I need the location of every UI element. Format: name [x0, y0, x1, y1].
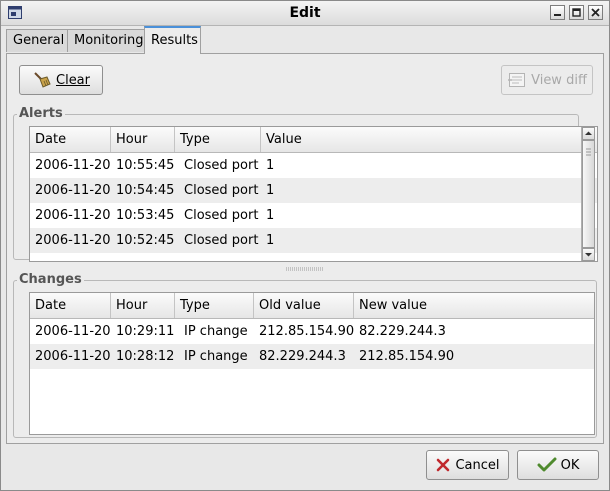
table-row[interactable]: 2006-11-20 10:28:12 IP change 82.229.244… [30, 344, 594, 369]
view-diff-button[interactable]: View diff [501, 65, 593, 95]
alerts-col-date[interactable]: Date [30, 127, 111, 152]
changes-cell-type: IP change [184, 324, 248, 339]
changes-cell-new-value: 212.85.154.90 [359, 349, 455, 364]
changes-cell-hour: 10:29:11 [116, 324, 175, 339]
changes-cell-old-value: 82.229.244.3 [259, 349, 346, 364]
scroll-up-button[interactable] [582, 127, 595, 140]
changes-cell-hour: 10:28:12 [116, 349, 175, 364]
changes-col-date[interactable]: Date [30, 293, 111, 318]
view-diff-button-label: View diff [531, 72, 587, 88]
alerts-cell-value: 1 [266, 158, 275, 173]
alerts-cell-hour: 10:52:45 [116, 233, 175, 248]
window-title: Edit [289, 5, 321, 21]
changes-title: Changes [17, 272, 84, 287]
changes-cell-old-value: 212.85.154.90 [259, 324, 355, 339]
maximize-button[interactable] [569, 5, 584, 20]
table-row[interactable]: 2006-11-20 10:52:45 Closed port 1 [30, 228, 597, 253]
changes-col-type[interactable]: Type [175, 293, 254, 318]
cancel-button-label: Cancel [455, 457, 500, 473]
tab-general[interactable]: General [6, 29, 68, 52]
tab-monitoring-label: Monitoring [74, 33, 144, 48]
alerts-col-type[interactable]: Type [175, 127, 261, 152]
alerts-col-value[interactable]: Value [261, 127, 581, 152]
alerts-cell-date: 2006-11-20 [35, 183, 111, 198]
ok-icon [537, 457, 557, 472]
tab-general-label: General [13, 33, 65, 48]
alerts-cell-hour: 10:54:45 [116, 183, 175, 198]
tab-monitoring[interactable]: Monitoring [67, 29, 145, 52]
changes-header: Date Hour Type Old value New value [30, 293, 594, 319]
minimize-icon [554, 14, 561, 16]
cancel-icon [437, 458, 450, 472]
alerts-scrollbar[interactable] [581, 127, 595, 261]
tab-results-label: Results [151, 33, 198, 48]
ok-button-label: OK [560, 457, 580, 473]
tab-results[interactable]: Results [144, 26, 201, 54]
title-bar[interactable]: Edit [1, 1, 609, 26]
alerts-header: Date Hour Type Value [30, 127, 597, 153]
broom-icon [34, 72, 51, 88]
changes-col-hour[interactable]: Hour [111, 293, 175, 318]
alerts-cell-date: 2006-11-20 [35, 233, 111, 248]
alerts-cell-type: Closed port [184, 208, 259, 223]
close-button[interactable] [588, 5, 603, 20]
cancel-button[interactable]: Cancel [426, 450, 509, 480]
results-panel: Clear View diff Alerts Date Hour Type Va… [6, 53, 604, 444]
changes-cell-type: IP change [184, 349, 248, 364]
alerts-cell-type: Closed port [184, 233, 259, 248]
alerts-cell-value: 1 [266, 233, 275, 248]
edit-dialog: Edit General Monitoring Results Clear Vi… [0, 0, 610, 491]
alerts-cell-type: Closed port [184, 158, 259, 173]
pane-resize-handle[interactable] [285, 267, 325, 271]
close-icon [591, 8, 600, 17]
table-row[interactable]: 2006-11-20 10:55:45 Closed port 1 [30, 153, 597, 178]
ok-button[interactable]: OK [517, 450, 599, 480]
maximize-icon [572, 8, 581, 17]
arrow-up-icon [585, 131, 592, 135]
clear-button-label: Clear [56, 72, 90, 88]
changes-col-new-value[interactable]: New value [354, 293, 594, 318]
alerts-cell-hour: 10:55:45 [116, 158, 175, 173]
clear-button[interactable]: Clear [19, 65, 103, 95]
alerts-list[interactable]: Date Hour Type Value 2006-11-20 10:55:45… [29, 126, 598, 262]
alerts-cell-type: Closed port [184, 183, 259, 198]
table-row[interactable]: 2006-11-20 10:29:11 IP change 212.85.154… [30, 319, 594, 344]
diff-icon [508, 73, 526, 87]
changes-list[interactable]: Date Hour Type Old value New value 2006-… [29, 292, 595, 435]
changes-cell-date: 2006-11-20 [35, 324, 111, 339]
alerts-cell-date: 2006-11-20 [35, 208, 111, 223]
alerts-col-hour[interactable]: Hour [111, 127, 175, 152]
alerts-cell-value: 1 [266, 208, 275, 223]
alerts-cell-date: 2006-11-20 [35, 158, 111, 173]
scroll-thumb[interactable] [582, 140, 595, 248]
table-row[interactable]: 2006-11-20 10:54:45 Closed port 1 [30, 178, 597, 203]
arrow-down-icon [585, 253, 592, 257]
alerts-title: Alerts [17, 106, 65, 121]
alerts-cell-hour: 10:53:45 [116, 208, 175, 223]
changes-col-old-value[interactable]: Old value [254, 293, 354, 318]
changes-cell-new-value: 82.229.244.3 [359, 324, 446, 339]
minimize-button[interactable] [550, 5, 565, 20]
grip-icon [586, 148, 591, 156]
changes-cell-date: 2006-11-20 [35, 349, 111, 364]
scroll-down-button[interactable] [582, 248, 595, 261]
alerts-cell-value: 1 [266, 183, 275, 198]
table-row[interactable]: 2006-11-20 10:53:45 Closed port 1 [30, 203, 597, 228]
